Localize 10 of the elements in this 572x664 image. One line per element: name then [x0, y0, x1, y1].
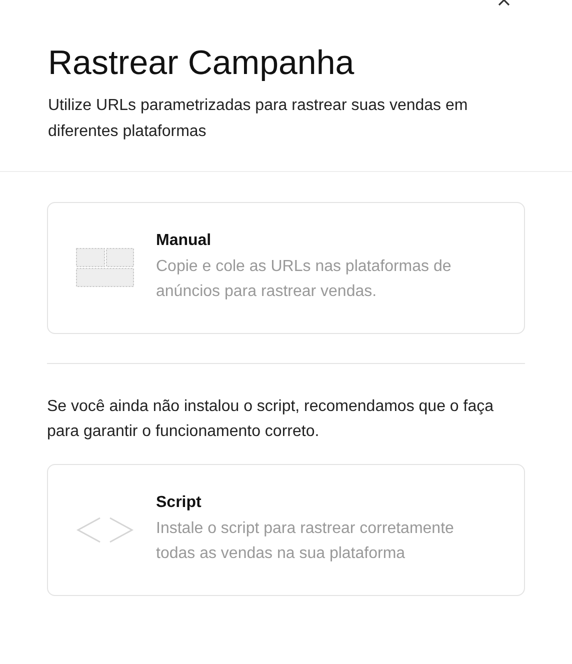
- option-description: Instale o script para rastrear corretamente todas as vendas na sua plataforma: [156, 519, 455, 564]
- page-subtitle: Utilize URLs parametrizadas para rastrear suas vendas em diferentes plataformas: [48, 96, 469, 142]
- table-layout-icon: [76, 248, 134, 288]
- option-description: Copie e cole as URLs nas plataformas de anúncios para rastrear vendas.: [156, 257, 452, 302]
- option-card[interactable]: Manual Copie e cole as URLs nas plataformas de anúncios para rastrear vendas.: [47, 202, 525, 334]
- option-title: Manual: [156, 232, 212, 250]
- option-card[interactable]: Script Instale o script para rastrear corretamente todas as vendas na sua plataforma: [47, 464, 525, 596]
- page-title: Rastrear Campanha: [48, 44, 356, 83]
- recommendation-text: Se você ainda não instalou o script, recomendamos que o faça para garantir o funcionamento correto.: [47, 397, 494, 442]
- option-title: Script: [156, 494, 202, 512]
